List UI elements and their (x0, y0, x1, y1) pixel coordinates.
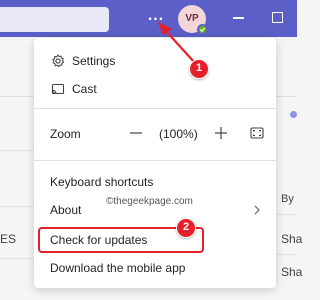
background-cell: Sha (281, 232, 303, 246)
search-box[interactable] (0, 7, 109, 32)
menu-item-download-mobile-app[interactable]: Download the mobile app (34, 255, 276, 281)
menu-divider (34, 108, 276, 109)
chevron-right-icon (254, 205, 260, 215)
zoom-label: Zoom (50, 127, 81, 141)
more-options-icon[interactable]: ... (145, 8, 167, 27)
zoom-level: (100%) (159, 127, 198, 141)
step-badge-1: 1 (189, 59, 209, 79)
watermark: ©thegeekpage.com (106, 196, 193, 207)
menu-item-cast[interactable]: Cast (34, 76, 276, 102)
minimize-icon[interactable] (233, 17, 244, 19)
background-divider (0, 258, 34, 259)
step-badge-2: 2 (176, 218, 196, 238)
menu-item-label: Keyboard shortcuts (50, 175, 154, 189)
zoom-out-icon[interactable] (129, 126, 143, 140)
menu-item-label: About (50, 203, 82, 217)
cast-icon (51, 83, 65, 95)
menu-item-label: Cast (72, 82, 97, 96)
menu-divider (34, 160, 276, 161)
background-text: ES (0, 232, 17, 246)
maximize-icon[interactable] (272, 12, 283, 23)
zoom-in-icon[interactable] (214, 126, 228, 140)
background-divider (0, 150, 34, 151)
background-column-header: By (281, 193, 294, 205)
menu-item-label: Settings (72, 54, 116, 68)
presence-available-icon (197, 24, 208, 35)
background-divider (0, 206, 34, 207)
title-bar: ... VP (0, 0, 297, 37)
menu-item-keyboard-shortcuts[interactable]: Keyboard shortcuts (34, 169, 276, 195)
background-indicator-dot (290, 111, 297, 118)
fullscreen-icon[interactable] (250, 126, 264, 140)
background-divider (0, 96, 34, 97)
gear-icon (52, 54, 65, 68)
background-cell: Sha (281, 265, 303, 279)
menu-item-settings[interactable]: Settings (34, 48, 276, 74)
menu-item-label: Download the mobile app (50, 261, 186, 275)
